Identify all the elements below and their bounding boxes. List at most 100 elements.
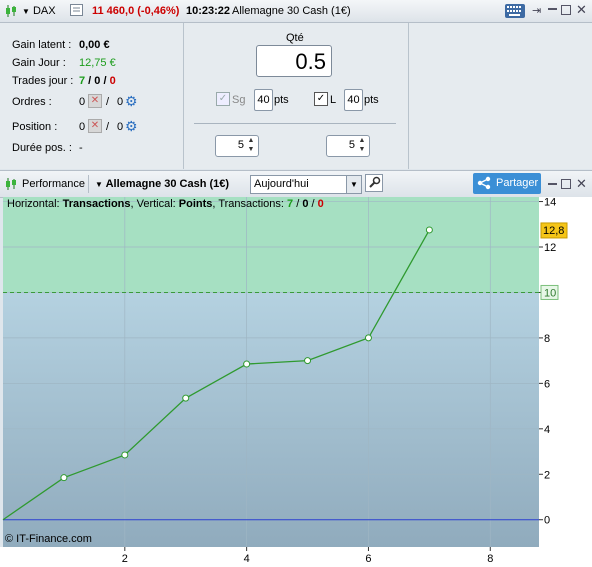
ordres-sep: / bbox=[106, 96, 110, 108]
limit-checkbox[interactable]: ✓ bbox=[314, 92, 328, 106]
empty-panel bbox=[409, 23, 592, 169]
chart-header: Horizontal: Transactions, Vertical: Poin… bbox=[7, 198, 324, 210]
search-icon[interactable] bbox=[70, 4, 84, 17]
stop-label: Sg bbox=[232, 94, 246, 106]
limit-points-input[interactable]: 40 bbox=[344, 89, 363, 111]
close-icon[interactable]: ✕ bbox=[576, 2, 587, 18]
title-bar: ▼ DAX 11 460,0 (-0,46%) 10:23:22 Allemag… bbox=[0, 0, 592, 23]
share-button[interactable]: Partager bbox=[473, 173, 541, 194]
instrument-name: DAX bbox=[32, 5, 56, 17]
increment-left-stepper[interactable]: 5 ▲ ▼ bbox=[215, 135, 259, 157]
stop-unit: pts bbox=[274, 94, 289, 106]
t-sep: / bbox=[308, 198, 318, 210]
cancel-orders-icon[interactable]: ✕ bbox=[88, 94, 102, 108]
y-tick-label: 6 bbox=[544, 378, 550, 390]
duree-pos-label: Durée pos. : bbox=[12, 142, 72, 154]
spin-down-icon[interactable]: ▼ bbox=[357, 146, 367, 154]
trades-sep: / bbox=[100, 75, 110, 87]
qty-input[interactable]: 0.5 bbox=[256, 45, 332, 77]
trades-loss: 0 bbox=[109, 75, 116, 87]
y-tick-label: 4 bbox=[544, 424, 550, 436]
position-sep: / bbox=[106, 121, 110, 133]
share-label: Partager bbox=[496, 177, 539, 189]
qty-label: Qté bbox=[286, 32, 304, 44]
target-flag-label: 10 bbox=[544, 287, 556, 299]
minimize-icon[interactable] bbox=[548, 183, 557, 185]
x-tick-label: 8 bbox=[487, 553, 493, 565]
limit-label: L bbox=[330, 94, 337, 106]
maximize-icon[interactable] bbox=[561, 5, 571, 15]
y-tick-label: 12 bbox=[544, 242, 556, 254]
qty-value: 0.5 bbox=[295, 49, 326, 74]
y-tick-label: 8 bbox=[544, 333, 550, 345]
chevron-down-icon: ▼ bbox=[346, 176, 361, 193]
stop-points-value: 40 bbox=[257, 94, 270, 106]
stop-points-input[interactable]: 40 bbox=[254, 89, 273, 111]
x-tick-label: 6 bbox=[365, 553, 371, 565]
v-value: Points bbox=[178, 198, 213, 210]
candlestick-icon bbox=[4, 177, 18, 191]
increment-right-stepper[interactable]: 5 ▲ ▼ bbox=[326, 135, 370, 157]
divider bbox=[194, 123, 396, 124]
share-icon bbox=[477, 176, 491, 190]
clock-time: 10:23:22 bbox=[186, 5, 231, 17]
y-tick-label: 0 bbox=[544, 515, 550, 527]
stats-panel: Gain latent : 0,00 € Gain Jour : 12,75 €… bbox=[0, 23, 184, 169]
stop-checkbox[interactable]: ✓ bbox=[216, 92, 230, 106]
trades-jour-label: Trades jour : bbox=[12, 75, 74, 87]
performance-toolbar: Performance ▼ Allemagne 30 Cash (1€) Auj… bbox=[0, 170, 592, 198]
market-dropdown[interactable]: ▼ Allemagne 30 Cash (1€) bbox=[95, 178, 229, 190]
ordres-value-b: 0 bbox=[117, 96, 124, 108]
pin-icon[interactable]: ⇥ bbox=[532, 4, 541, 17]
trades-jour-values: 7 / 0 / 0 bbox=[79, 75, 116, 87]
increment-left-value: 5 bbox=[237, 139, 244, 151]
increment-right-value: 5 bbox=[348, 139, 355, 151]
close-position-icon[interactable]: ✕ bbox=[88, 119, 102, 133]
data-point bbox=[364, 334, 372, 342]
position-value-b: 0 bbox=[117, 121, 124, 133]
market-dropdown-label: Allemagne 30 Cash (1€) bbox=[105, 178, 230, 190]
order-panel: Qté 0.5 ✓ Sg 40 pts ✓ L 40 pts 5 ▲ ▼ 5 ▲… bbox=[184, 23, 409, 169]
data-point bbox=[60, 474, 68, 482]
minimize-icon[interactable] bbox=[548, 8, 557, 10]
profit-zone bbox=[3, 197, 539, 293]
gear-icon[interactable]: ⚙ bbox=[125, 118, 138, 135]
toolbar-divider bbox=[88, 175, 89, 193]
x-tick-label: 2 bbox=[122, 553, 128, 565]
gain-jour-label: Gain Jour : bbox=[12, 57, 66, 69]
spin-down-icon[interactable]: ▼ bbox=[246, 146, 256, 154]
y-tick-label: 14 bbox=[544, 197, 556, 209]
market-name: Allemagne 30 Cash (1€) bbox=[232, 5, 351, 17]
performance-tab[interactable]: Performance bbox=[22, 178, 85, 190]
period-value: Aujourd'hui bbox=[254, 178, 309, 190]
chevron-down-icon: ▼ bbox=[95, 180, 103, 189]
performance-chart: 02468101214 2468 1012,8 bbox=[0, 197, 592, 567]
wrench-icon[interactable] bbox=[365, 174, 383, 192]
ordres-label: Ordres : bbox=[12, 96, 52, 108]
gain-latent-label: Gain latent : bbox=[12, 39, 72, 51]
v-prefix: , Vertical: bbox=[130, 198, 179, 210]
period-select[interactable]: Aujourd'hui ▼ bbox=[250, 175, 362, 194]
keyboard-icon[interactable] bbox=[504, 3, 526, 19]
h-prefix: Horizontal: bbox=[7, 198, 63, 210]
data-point bbox=[121, 451, 129, 459]
gear-icon[interactable]: ⚙ bbox=[125, 93, 138, 110]
data-point bbox=[425, 226, 433, 234]
spin-up-icon[interactable]: ▲ bbox=[357, 137, 367, 145]
y-tick-label: 2 bbox=[544, 469, 550, 481]
data-point bbox=[182, 394, 190, 402]
trades-sep: / bbox=[85, 75, 95, 87]
ordres-value-a: 0 bbox=[79, 96, 86, 108]
close-icon[interactable]: ✕ bbox=[576, 176, 587, 192]
maximize-icon[interactable] bbox=[561, 179, 571, 189]
spin-up-icon[interactable]: ▲ bbox=[246, 137, 256, 145]
duree-pos-value: - bbox=[79, 142, 83, 154]
instrument-dropdown[interactable]: ▼ DAX bbox=[22, 5, 56, 17]
t-sep: / bbox=[293, 198, 303, 210]
gain-jour-value: 12,75 € bbox=[79, 57, 116, 69]
position-value-a: 0 bbox=[79, 121, 86, 133]
x-axis-panel bbox=[0, 547, 539, 567]
price-change: 11 460,0 (-0,46%) bbox=[92, 5, 180, 17]
limit-points-value: 40 bbox=[347, 94, 360, 106]
current-value-label: 12,8 bbox=[543, 225, 564, 237]
